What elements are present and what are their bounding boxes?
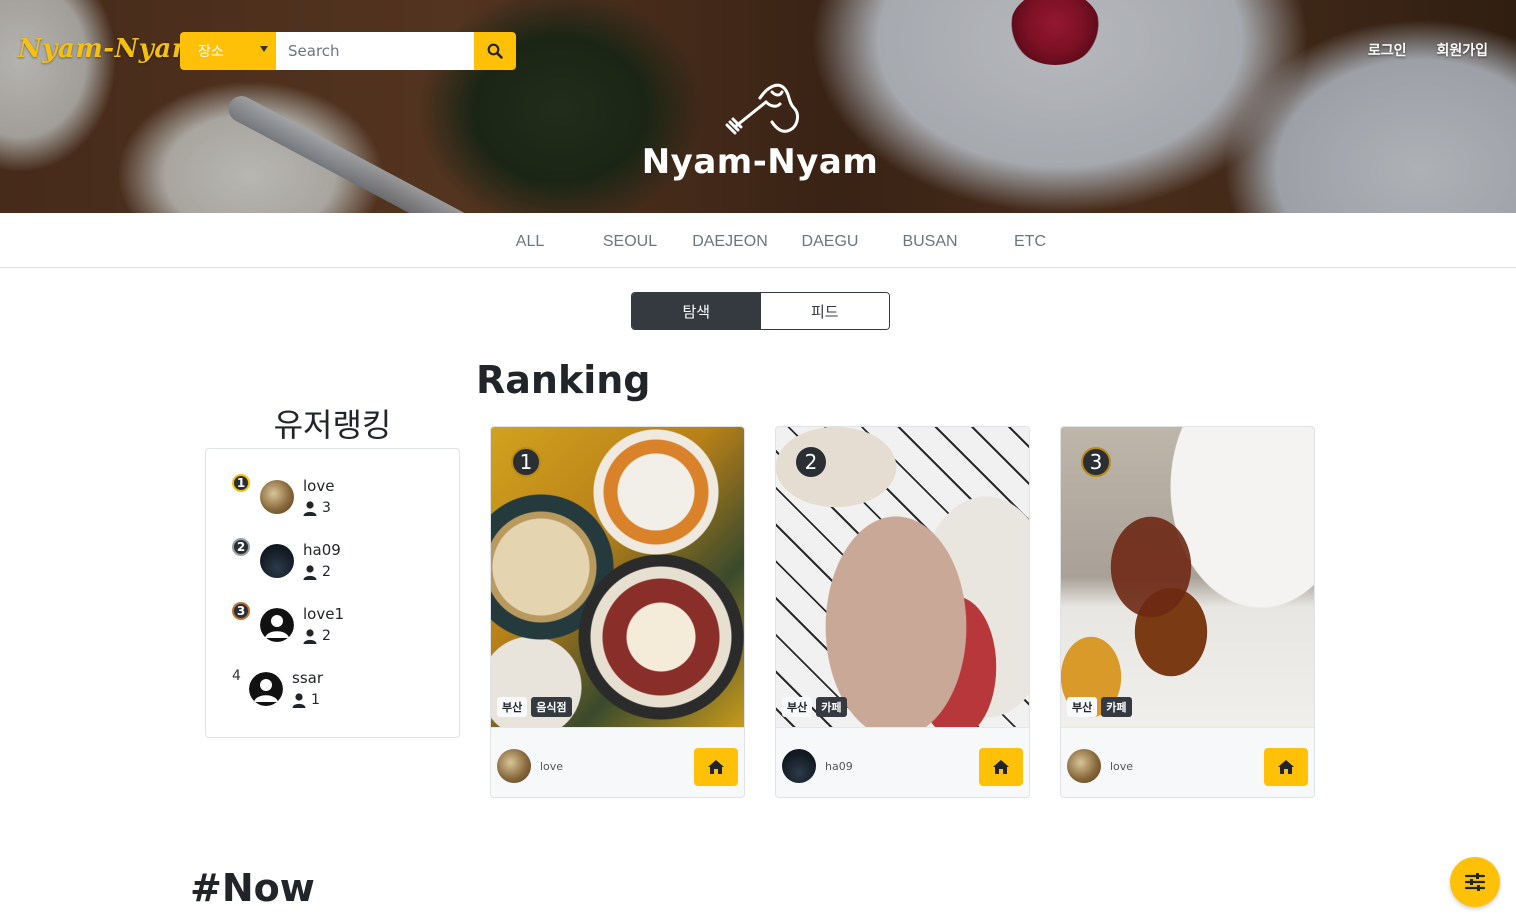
search-bar: 장소 <box>180 32 516 70</box>
home-button[interactable] <box>1264 748 1308 786</box>
hero-brand-text: Nyam-Nyam <box>641 142 879 182</box>
explore-tab-button[interactable]: 탐색 <box>632 293 761 329</box>
region-tag: 부산 <box>782 697 813 717</box>
home-button[interactable] <box>694 748 738 786</box>
ranking-card[interactable]: 1 부산 음식점 love <box>490 426 745 798</box>
signup-link[interactable]: 회원가입 <box>1436 40 1488 60</box>
rank-badge-silver: 2 <box>232 538 250 556</box>
login-link[interactable]: 로그인 <box>1368 40 1407 60</box>
card-footer: ha09 <box>776 727 1029 797</box>
region-tag: 부산 <box>497 697 528 717</box>
person-icon <box>292 692 306 708</box>
user-ranking-list: 1 love 3 2 ha09 2 3 love1 2 4 ssar 1 <box>205 448 460 738</box>
avatar[interactable] <box>1067 749 1101 783</box>
post-tags: 부산 카페 <box>1067 697 1132 717</box>
user-ranking-item[interactable]: 4 ssar 1 <box>206 641 459 708</box>
auth-links: 로그인 회원가입 <box>1368 40 1488 60</box>
region-tab-etc[interactable]: ETC <box>980 233 1080 251</box>
user-ranking-item[interactable]: 3 love1 2 <box>206 577 459 644</box>
card-footer: love <box>1061 727 1314 797</box>
search-icon <box>487 43 503 59</box>
card-footer: love <box>491 727 744 797</box>
search-category-select[interactable]: 장소 <box>180 32 276 70</box>
view-toggle: 탐색 피드 <box>631 292 890 330</box>
user-name: ssar <box>292 669 323 687</box>
home-button[interactable] <box>979 748 1023 786</box>
rank-badge-gold: 1 <box>232 474 250 492</box>
author-name[interactable]: love <box>540 760 563 773</box>
avatar[interactable] <box>782 749 816 783</box>
ranking-card[interactable]: 2 부산 카페 ha09 <box>775 426 1030 798</box>
post-tags: 부산 카페 <box>782 697 847 717</box>
avatar <box>260 480 294 514</box>
rank-badge: 2 <box>796 447 826 477</box>
region-tab-busan[interactable]: BUSAN <box>880 233 980 251</box>
author-name[interactable]: ha09 <box>825 760 853 773</box>
now-section-title: #Now <box>190 866 315 910</box>
user-ranking-item[interactable]: 1 love 3 <box>206 449 459 516</box>
rank-badge: 3 <box>1081 447 1111 477</box>
avatar[interactable] <box>497 749 531 783</box>
region-tab-daegu[interactable]: DAEGU <box>780 233 880 251</box>
feed-tab-button[interactable]: 피드 <box>760 293 889 329</box>
rank-badge-bronze: 3 <box>232 602 250 620</box>
search-button[interactable] <box>474 32 516 70</box>
default-avatar <box>249 672 283 706</box>
ranking-card[interactable]: 3 부산 카페 love <box>1060 426 1315 798</box>
site-logo[interactable]: Nyam-Nyam <box>18 34 200 64</box>
home-icon <box>708 760 724 774</box>
filter-fab-button[interactable] <box>1450 857 1500 907</box>
category-tag: 음식점 <box>531 697 572 717</box>
region-tab-daejeon[interactable]: DAEJEON <box>680 233 780 251</box>
hero-brand: Nyam-Nyam <box>640 78 880 198</box>
user-ranking-item[interactable]: 2 ha09 2 <box>206 513 459 580</box>
user-ranking-title: 유저랭킹 <box>273 406 392 444</box>
region-nav: ALL SEOUL DAEJEON DAEGU BUSAN ETC <box>0 213 1516 268</box>
user-name: love1 <box>303 605 344 623</box>
search-input[interactable] <box>276 32 474 70</box>
fork-hand-icon <box>725 83 799 135</box>
default-avatar <box>260 608 294 642</box>
caret-down-icon <box>260 46 268 52</box>
post-tags: 부산 음식점 <box>497 697 572 717</box>
region-tag: 부산 <box>1067 697 1098 717</box>
category-tag: 카페 <box>816 697 847 717</box>
search-category-label: 장소 <box>198 44 224 60</box>
rank-badge: 1 <box>511 447 541 477</box>
region-tab-all[interactable]: ALL <box>480 233 580 251</box>
home-icon <box>1278 760 1294 774</box>
author-name[interactable]: love <box>1110 760 1133 773</box>
follower-count: 1 <box>292 692 320 708</box>
user-name: ha09 <box>303 541 341 559</box>
home-icon <box>993 760 1009 774</box>
avatar <box>260 544 294 578</box>
ranking-title: Ranking <box>476 358 651 402</box>
rank-number: 4 <box>232 668 241 684</box>
category-tag: 카페 <box>1101 697 1132 717</box>
region-tab-seoul[interactable]: SEOUL <box>580 233 680 251</box>
sliders-icon <box>1465 873 1485 891</box>
user-name: love <box>303 477 335 495</box>
